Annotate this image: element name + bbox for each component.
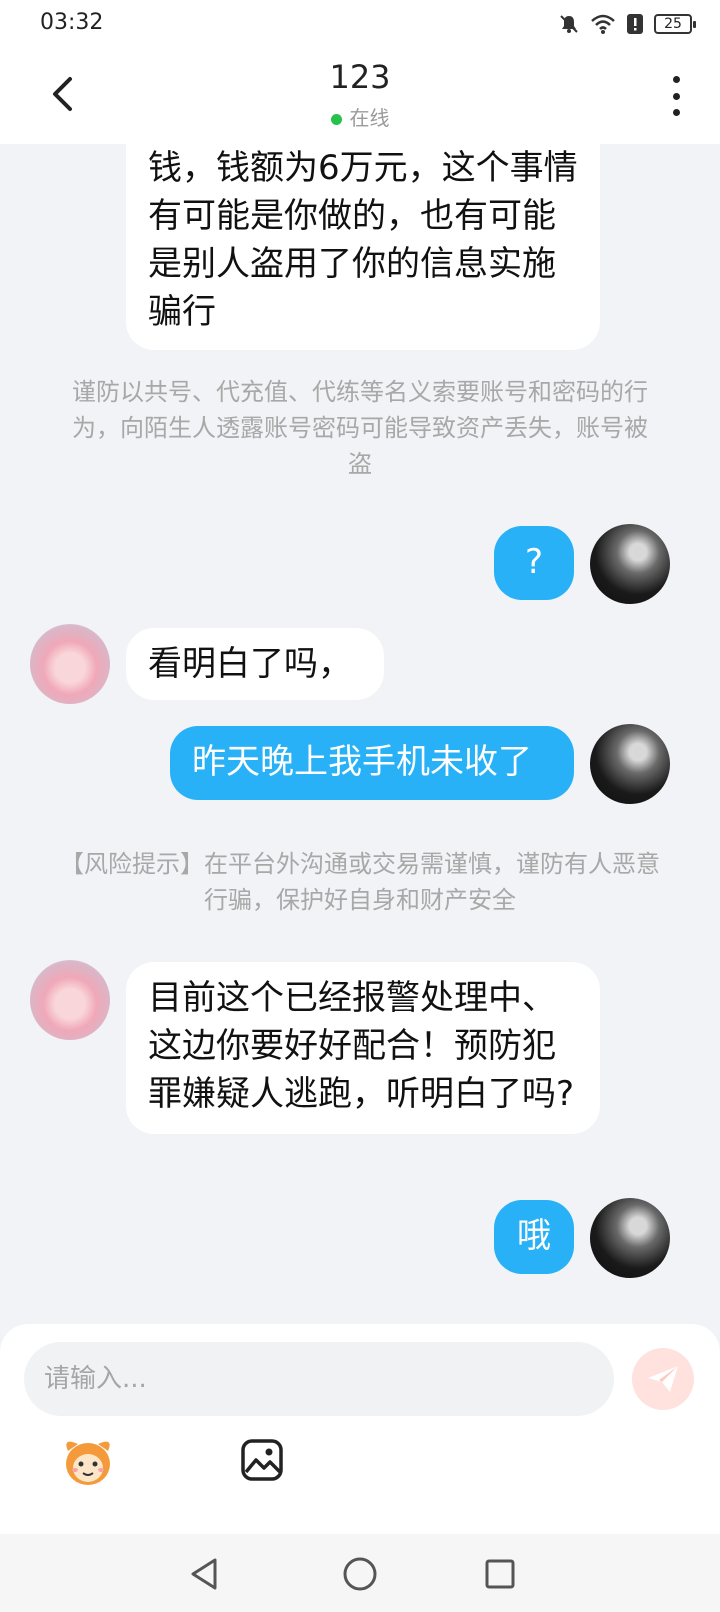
alert-icon (627, 14, 643, 34)
triangle-back-icon (191, 1558, 217, 1590)
message-bubble-incoming: 钱，钱额为6万元，这个事情有可能是你做的，也有可能是别人盗用了你的信息实施骗行 (126, 144, 600, 350)
contact-avatar[interactable] (30, 624, 110, 704)
image-button[interactable] (232, 1430, 292, 1490)
square-recents-icon (485, 1559, 515, 1589)
message-text: 昨天晚上我手机未收了 (192, 742, 532, 782)
risk-notice: 【风险提示】在平台外沟通或交易需谨慎，谨防有人恶意行骗，保护好自身和财产安全 (56, 846, 664, 918)
paper-plane-icon (648, 1366, 678, 1392)
send-button[interactable] (632, 1348, 694, 1410)
chat-header: 123 在线 (0, 46, 720, 144)
message-input[interactable] (24, 1342, 614, 1416)
status-bar: 03:32 25 (0, 0, 720, 46)
system-notice: 谨防以共号、代充值、代练等名义索要账号和密码的行为，向陌生人透露账号密码可能导致… (64, 374, 656, 482)
message-text: 哦 (517, 1216, 551, 1256)
message-list[interactable]: 钱，钱额为6万元，这个事情有可能是你做的，也有可能是别人盗用了你的信息实施骗行 … (0, 144, 720, 1324)
more-options-button[interactable] (666, 76, 686, 116)
nav-home-button[interactable] (338, 1552, 382, 1596)
message-text: 钱，钱额为6万元，这个事情有可能是你做的，也有可能是别人盗用了你的信息实施骗行 (148, 148, 578, 332)
contact-avatar[interactable] (30, 960, 110, 1040)
system-nav-bar (0, 1534, 720, 1612)
message-bubble-outgoing: 昨天晚上我手机未收了 (170, 726, 574, 800)
notice-text: 谨防以共号、代充值、代练等名义索要账号和密码的行为，向陌生人透露账号密码可能导致… (72, 378, 648, 478)
message-bubble-incoming: 看明白了吗， (126, 628, 384, 700)
presence-status: 在线 (0, 102, 720, 131)
presence-label: 在线 (349, 106, 390, 130)
more-vertical-icon (672, 76, 680, 83)
circle-home-icon (343, 1557, 377, 1591)
mute-icon (560, 15, 578, 33)
emoji-face-icon (66, 1441, 110, 1485)
nav-back-button[interactable] (182, 1552, 226, 1596)
message-text: ? (524, 542, 544, 582)
message-bubble-outgoing: ? (494, 526, 574, 600)
self-avatar[interactable] (590, 724, 670, 804)
image-icon (241, 1439, 283, 1481)
self-avatar[interactable] (590, 524, 670, 604)
self-avatar[interactable] (590, 1198, 670, 1278)
wifi-icon (591, 14, 615, 34)
notice-text: 【风险提示】在平台外沟通或交易需谨慎，谨防有人恶意行骗，保护好自身和财产安全 (60, 850, 660, 914)
message-bubble-outgoing: 哦 (494, 1200, 574, 1274)
message-bubble-incoming: 目前这个已经报警处理中、这边你要好好配合！预防犯罪嫌疑人逃跑，听明白了吗? (126, 962, 600, 1134)
message-text: 目前这个已经报警处理中、这边你要好好配合！预防犯罪嫌疑人逃跑，听明白了吗? (148, 978, 575, 1114)
message-text: 看明白了吗， (148, 644, 352, 684)
emoji-button[interactable] (58, 1432, 118, 1492)
battery-indicator: 25 (654, 14, 696, 34)
nav-recents-button[interactable] (478, 1552, 522, 1596)
online-dot-icon (330, 114, 342, 125)
chat-title: 123 (329, 58, 391, 96)
composer (0, 1324, 720, 1534)
status-time: 03:32 (40, 10, 104, 35)
status-icons: 25 (558, 12, 696, 36)
